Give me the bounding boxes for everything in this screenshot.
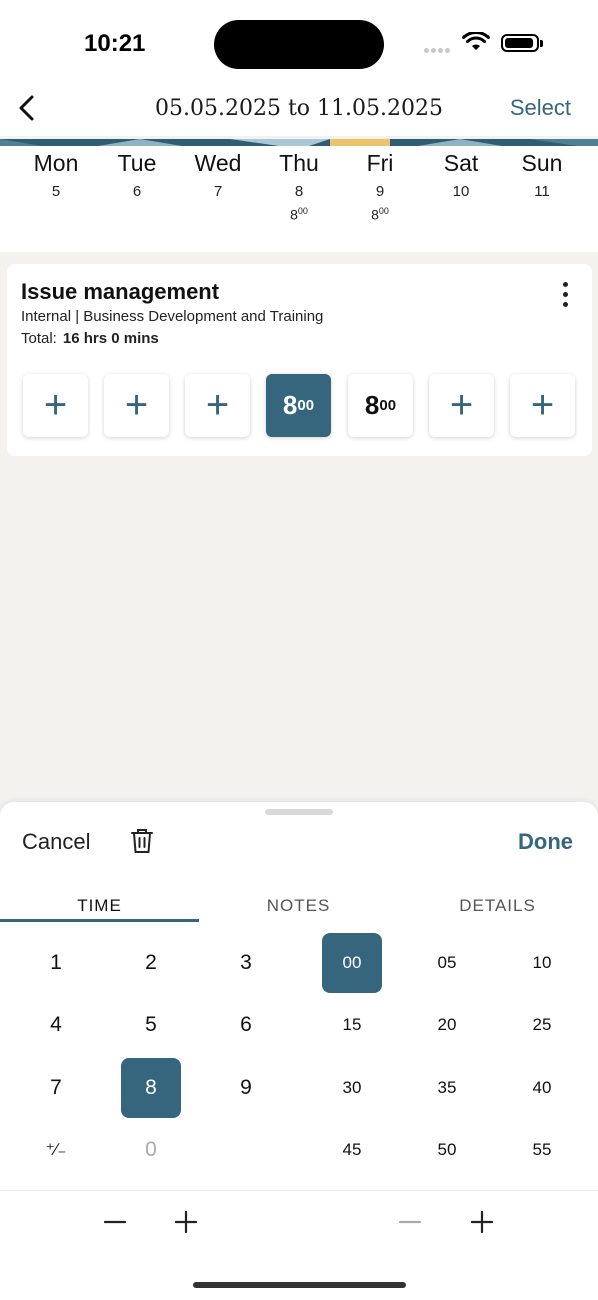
day-hours: 800 (290, 206, 308, 223)
day-name: Sun (521, 150, 563, 176)
cancel-button[interactable]: Cancel (22, 829, 90, 855)
hour-key-6[interactable]: 6 (216, 995, 276, 1055)
day-date: 5 (51, 183, 61, 200)
day-wed[interactable]: Wed 7 (178, 150, 258, 222)
hour-key-8[interactable]: 8 (121, 1058, 181, 1118)
hour-key-0[interactable]: 0 (121, 1120, 181, 1180)
stepper-divider (0, 1190, 598, 1191)
battery-icon (501, 34, 543, 52)
hour-key-9[interactable]: 9 (216, 1058, 276, 1118)
done-button[interactable]: Done (518, 829, 573, 855)
hour-key-7[interactable]: 7 (26, 1058, 86, 1118)
task-total: Total: 16 hrs 0 mins (21, 330, 159, 347)
task-title: Issue management (21, 279, 220, 304)
add-time-cell-mon[interactable]: + (23, 374, 88, 437)
minute-key-15[interactable]: 15 (322, 995, 382, 1055)
time-cell-thu[interactable]: 8 00 (266, 374, 331, 437)
date-range-title[interactable]: 05.05.2025 to 11.05.2025 (0, 96, 598, 121)
header: 05.05.2025 to 11.05.2025 Select (0, 90, 598, 136)
day-name: Thu (279, 150, 319, 176)
add-time-cell-sat[interactable]: + (429, 374, 494, 437)
task-card[interactable]: Issue management Internal | Business Dev… (7, 264, 592, 456)
minute-plus-button[interactable] (462, 1202, 502, 1242)
day-hours: 800 (371, 206, 389, 223)
day-tue[interactable]: Tue 6 (97, 150, 177, 222)
day-date: 11 (534, 183, 550, 200)
hour-minus-button[interactable] (95, 1202, 135, 1242)
day-date: 7 (213, 183, 223, 200)
day-hours (97, 206, 177, 222)
minute-key-55[interactable]: 55 (512, 1120, 572, 1180)
sign-toggle-key[interactable]: ⁺∕₋ (26, 1120, 86, 1180)
day-date: 6 (132, 183, 142, 200)
minute-key-00[interactable]: 00 (322, 933, 382, 993)
day-thu[interactable]: Thu 8 800 (259, 150, 339, 223)
decorative-banner (0, 136, 598, 146)
minute-key-40[interactable]: 40 (512, 1058, 572, 1118)
day-name: Sat (443, 150, 479, 176)
day-date: 8 (294, 183, 304, 200)
minute-minus-button[interactable] (390, 1202, 430, 1242)
minute-key-50[interactable]: 50 (417, 1120, 477, 1180)
day-hours (421, 206, 501, 222)
status-time: 10:21 (84, 30, 146, 57)
minute-key-05[interactable]: 05 (417, 933, 477, 993)
day-mon[interactable]: Mon 5 (16, 150, 96, 222)
day-name: Wed (194, 150, 242, 176)
time-entry-sheet: Cancel Done TIME NOTES DETAILS 1 2 3 4 5… (0, 802, 598, 1300)
sheet-grabber[interactable] (265, 809, 333, 815)
hour-key-4[interactable]: 4 (26, 995, 86, 1055)
wifi-icon (462, 30, 490, 57)
task-subtitle: Internal | Business Development and Trai… (21, 308, 324, 325)
minute-key-35[interactable]: 35 (417, 1058, 477, 1118)
hour-plus-button[interactable] (166, 1202, 206, 1242)
day-hours (178, 206, 258, 222)
week-header: Mon 5 Tue 6 Wed 7 Thu 8 800 Fri 9 800 Sa… (0, 146, 598, 252)
hour-key-3[interactable]: 3 (216, 933, 276, 993)
add-time-cell-tue[interactable]: + (104, 374, 169, 437)
trash-icon[interactable] (130, 828, 154, 859)
time-cell-fri[interactable]: 8 00 (348, 374, 413, 437)
hour-key-5[interactable]: 5 (121, 995, 181, 1055)
more-options-icon[interactable] (560, 282, 570, 312)
day-date: 9 (375, 183, 385, 200)
tab-details[interactable]: DETAILS (398, 896, 597, 916)
tab-indicator (0, 919, 199, 922)
add-time-cell-wed[interactable]: + (185, 374, 250, 437)
home-indicator (193, 1282, 406, 1288)
minute-key-30[interactable]: 30 (322, 1058, 382, 1118)
status-bar: 10:21 (0, 0, 598, 90)
day-name: Tue (117, 150, 157, 176)
tab-time[interactable]: TIME (0, 896, 199, 916)
day-name: Fri (366, 150, 394, 176)
minute-key-20[interactable]: 20 (417, 995, 477, 1055)
select-button[interactable]: Select (510, 95, 571, 121)
dynamic-island (214, 20, 384, 69)
minute-key-25[interactable]: 25 (512, 995, 572, 1055)
day-fri[interactable]: Fri 9 800 (340, 150, 420, 223)
tab-notes[interactable]: NOTES (199, 896, 398, 916)
day-sat[interactable]: Sat 10 (421, 150, 501, 222)
hour-key-2[interactable]: 2 (121, 933, 181, 993)
minute-key-45[interactable]: 45 (322, 1120, 382, 1180)
day-hours (16, 206, 96, 222)
signal-icon (424, 40, 452, 58)
hour-key-1[interactable]: 1 (26, 933, 86, 993)
add-time-cell-sun[interactable]: + (510, 374, 575, 437)
day-hours (502, 206, 582, 222)
minute-key-10[interactable]: 10 (512, 933, 572, 993)
task-total-value: 16 hrs 0 mins (62, 330, 159, 347)
day-date: 10 (452, 183, 470, 200)
day-name: Mon (33, 150, 79, 176)
day-sun[interactable]: Sun 11 (502, 150, 582, 222)
